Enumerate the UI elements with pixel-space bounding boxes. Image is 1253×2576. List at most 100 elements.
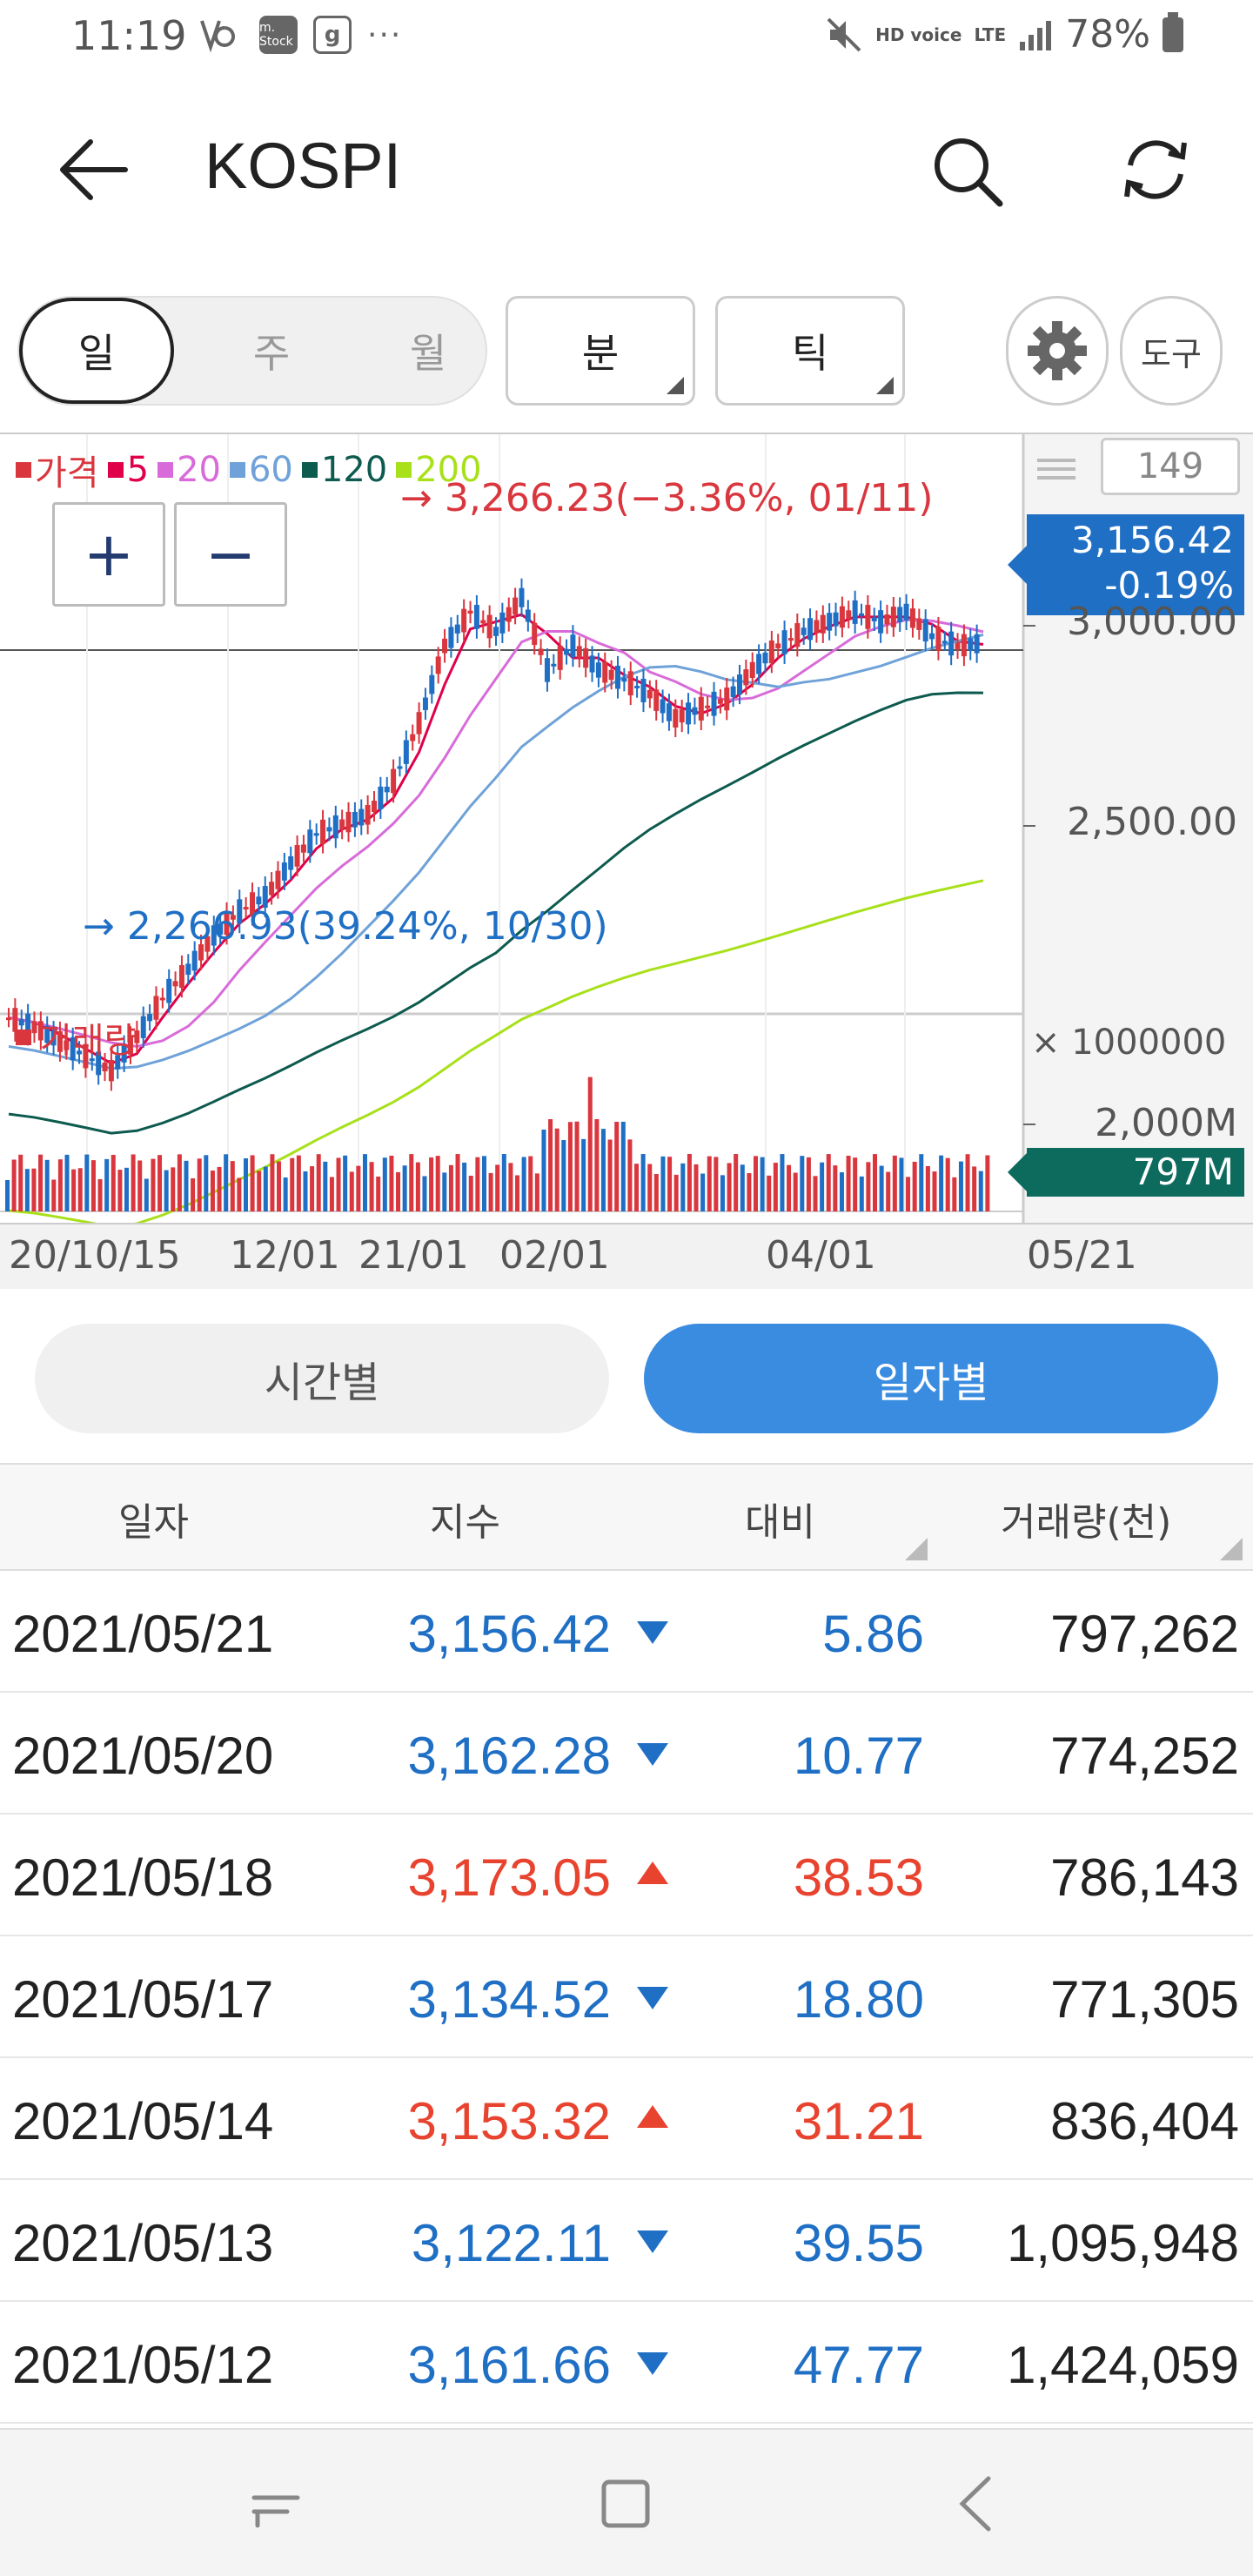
volume-bar (800, 1156, 805, 1211)
candle-body (108, 1059, 114, 1082)
table-row[interactable]: 2021/05/20 3,162.28 10.77 774,252 (0, 1693, 1253, 1815)
zoom-out-button[interactable]: − (174, 502, 287, 607)
minute-button[interactable]: 분 (506, 296, 695, 406)
candle-body (538, 648, 544, 655)
volume-bar (899, 1157, 904, 1211)
candle-body (416, 712, 422, 735)
down-arrow-icon (637, 1743, 668, 1766)
table-row[interactable]: 2021/05/12 3,161.66 47.77 1,424,059 (0, 2302, 1253, 2424)
volume-bar (38, 1154, 44, 1211)
candle-body (673, 708, 679, 728)
price-chart[interactable]: 가격 5 20 60 120 200 + − → 3,266.23(−3.36%… (0, 433, 1253, 1291)
candle-count-box[interactable]: 149 (1101, 438, 1240, 495)
legend-price[interactable]: 가격 (16, 445, 99, 495)
volume-bar (290, 1157, 295, 1211)
volume-bar (18, 1154, 23, 1211)
volume-bar (965, 1154, 970, 1211)
table-row[interactable]: 2021/05/13 3,122.11 39.55 1,095,948 (0, 2180, 1253, 2302)
volume-bar (283, 1177, 288, 1211)
legend-ma60[interactable]: 60 (229, 445, 293, 495)
volume-bar (906, 1177, 911, 1211)
volume-bar (972, 1166, 977, 1211)
row-change: 47.77 (793, 2336, 924, 2394)
candle-body (102, 1063, 108, 1072)
sort-change-icon[interactable] (905, 1538, 928, 1560)
volume-bar (594, 1119, 600, 1211)
x-tick: 05/21 (1027, 1233, 1137, 1278)
home-icon[interactable] (586, 2465, 665, 2543)
header-volume[interactable]: 거래량(천) (1001, 1491, 1171, 1546)
tools-button[interactable]: 도구 (1120, 296, 1223, 406)
candle-body (884, 614, 890, 625)
candle-body (852, 600, 858, 624)
volume-bar (587, 1077, 593, 1211)
settings-button[interactable] (1006, 296, 1109, 406)
candle-body (467, 610, 473, 614)
volume-bar (382, 1157, 387, 1211)
period-week-button[interactable]: 주 (193, 298, 350, 404)
volume-bar (171, 1167, 176, 1211)
candle-body (372, 801, 377, 813)
candle-body (191, 950, 198, 971)
back-nav-icon[interactable] (936, 2465, 1015, 2543)
legend-ma20[interactable]: 20 (157, 445, 221, 495)
candle-body (711, 691, 717, 716)
volume-bar (734, 1154, 739, 1211)
table-row[interactable]: 2021/05/18 3,173.05 38.53 786,143 (0, 1815, 1253, 1936)
candle-body (544, 658, 550, 682)
legend-ma5[interactable]: 5 (107, 445, 149, 495)
volume-bar (826, 1154, 831, 1211)
table-row[interactable]: 2021/05/17 3,134.52 18.80 771,305 (0, 1936, 1253, 2058)
row-index: 3,156.42 (407, 1605, 611, 1663)
search-icon[interactable] (927, 131, 1005, 209)
volume-bar (356, 1165, 361, 1211)
period-day-button[interactable]: 일 (19, 298, 174, 404)
row-volume: 774,252 (1050, 1727, 1239, 1785)
candle-body (935, 627, 941, 651)
low-annotation: → 2,266.93(39.24%, 10/30) (83, 904, 608, 949)
header-change[interactable]: 대비 (745, 1491, 815, 1546)
recent-apps-icon[interactable] (237, 2465, 315, 2543)
volume-bar (210, 1171, 215, 1211)
volume-bar (77, 1168, 83, 1211)
volume-bar (71, 1169, 77, 1211)
row-index: 3,134.52 (407, 1970, 611, 2029)
candle-body (968, 638, 974, 651)
zoom-in-button[interactable]: + (52, 502, 165, 607)
volume-bar (435, 1156, 440, 1211)
table-row[interactable]: 2021/05/21 3,156.42 5.86 797,262 (0, 1571, 1253, 1693)
back-arrow-icon[interactable] (54, 131, 132, 209)
candle-body (640, 678, 647, 702)
x-axis: 20/10/15 12/01 21/01 02/01 04/01 05/21 (0, 1223, 1253, 1291)
refresh-icon[interactable] (1116, 131, 1195, 209)
stock-app-icon: m. Stock (259, 16, 298, 54)
candle-body (846, 610, 852, 619)
row-date: 2021/05/13 (12, 2214, 274, 2272)
table-row[interactable]: 2021/05/14 3,153.32 31.21 836,404 (0, 2058, 1253, 2180)
down-arrow-icon (637, 2352, 668, 2375)
volume-bar (508, 1163, 513, 1211)
candle-body (768, 641, 774, 664)
volume-bar (323, 1161, 328, 1211)
volume-bar (111, 1155, 116, 1211)
volume-bar (773, 1163, 778, 1211)
candle-body (410, 734, 416, 741)
candle-body (743, 669, 749, 686)
volume-bar (892, 1155, 897, 1211)
tab-time[interactable]: 시간별 (35, 1324, 609, 1433)
volume-bar (958, 1161, 963, 1211)
tick-button[interactable]: 틱 (715, 296, 905, 406)
period-month-button[interactable]: 월 (350, 298, 506, 404)
legend-ma120[interactable]: 120 (301, 445, 387, 495)
tab-daily[interactable]: 일자별 (644, 1324, 1218, 1433)
volume-bar (873, 1154, 878, 1211)
candle-body (686, 702, 692, 725)
volume-bar (919, 1154, 924, 1211)
candle-body (352, 811, 358, 828)
candle-body (717, 699, 723, 704)
sort-volume-icon[interactable] (1220, 1538, 1243, 1560)
candle-body (948, 631, 955, 656)
volume-bar (396, 1171, 401, 1211)
row-date: 2021/05/17 (12, 1970, 274, 2029)
candle-body (602, 661, 608, 683)
